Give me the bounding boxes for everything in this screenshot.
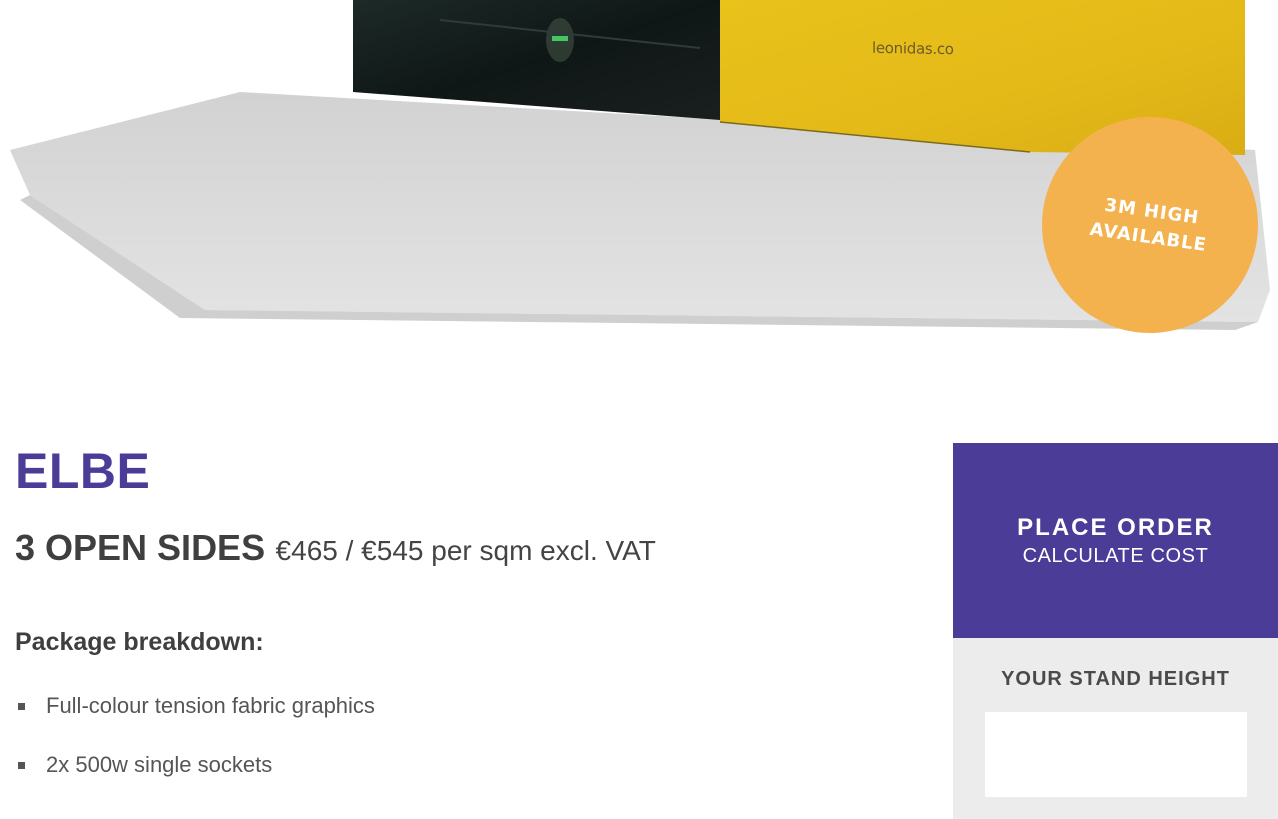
place-order-button[interactable]: PLACE ORDER CALCULATE COST <box>953 443 1278 638</box>
feature-label: 2x 500w single sockets <box>46 752 273 777</box>
stand-height-label: YOUR STAND HEIGHT <box>1001 668 1230 690</box>
stand-brand-text: leonidas.co <box>872 38 954 59</box>
calculate-cost-label: CALCULATE COST <box>1022 544 1209 567</box>
package-feature-list: Full-colour tension fabric graphics 2x 5… <box>18 693 375 812</box>
feature-label: Full-colour tension fabric graphics <box>46 693 375 718</box>
square-bullet-icon <box>18 702 25 710</box>
product-price: €465 / €545 per sqm excl. VAT <box>275 535 656 566</box>
package-breakdown-heading: Package breakdown: <box>15 628 264 656</box>
place-order-label: PLACE ORDER <box>1017 513 1214 541</box>
list-item: Full-colour tension fabric graphics <box>18 693 375 718</box>
stand-height-input[interactable] <box>985 712 1247 797</box>
product-variant: 3 OPEN SIDES <box>15 527 266 568</box>
list-item: 2x 500w single sockets <box>18 752 375 777</box>
square-bullet-icon <box>18 761 25 769</box>
product-hero-image: leonidas.co 3M HIGH AVAILABLE <box>0 0 1278 340</box>
product-subtitle: 3 OPEN SIDES €465 / €545 per sqm excl. V… <box>15 527 656 569</box>
product-title: ELBE <box>15 443 151 499</box>
stand-height-panel: YOUR STAND HEIGHT <box>953 638 1278 819</box>
